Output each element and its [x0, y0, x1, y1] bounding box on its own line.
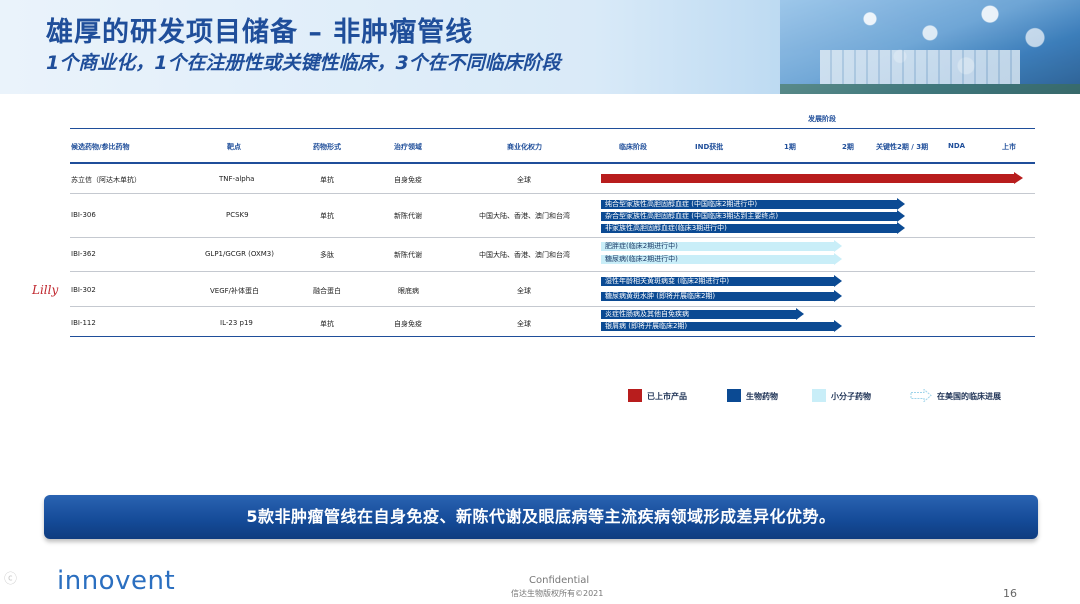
pipeline-bar: 肥胖症(临床2期进行中) — [601, 240, 842, 252]
confidential-label: Confidential — [529, 575, 590, 586]
row-target: IL-23 p19 — [220, 319, 253, 327]
bar-label: 糖尿病黄斑水肿 (即将开展临床2期) — [605, 292, 716, 300]
row-rights: 中国大陆、香港、澳门和台湾 — [479, 212, 570, 220]
page-number: 16 — [1003, 587, 1017, 600]
legend-small-molecule: 小分子药物 — [831, 392, 871, 401]
stage-pivotal: 关键性2期 / 3期 — [876, 143, 929, 151]
row-divider — [70, 271, 1035, 272]
row-form: 多肽 — [320, 251, 334, 259]
row-divider — [70, 306, 1035, 307]
legend-biologic: 生物药物 — [746, 392, 778, 401]
row-rights: 中国大陆、香港、澳门和台湾 — [479, 251, 570, 259]
bar-arrowhead — [796, 308, 804, 320]
bar-label: 炎症性肠病及其他自免疾病 — [605, 310, 689, 318]
row-target: TNF-alpha — [219, 175, 255, 183]
row-area: 新陈代谢 — [394, 212, 422, 220]
bar-label: 非家族性高胆固醇血症(临床3期进行中) — [605, 224, 727, 232]
row-drug: IBI-112 — [71, 319, 96, 327]
col-header-target: 靶点 — [227, 143, 241, 151]
col-header-drug: 候选药物/参比药物 — [71, 143, 130, 151]
bar-arrowhead — [834, 320, 842, 332]
pipeline-bar — [601, 172, 1023, 184]
bar-label: 杂合型家族性高胆固醇血症 (中国临床3期达到主要终点) — [605, 212, 779, 220]
watermark-glyph: ⓒ — [4, 572, 18, 587]
row-rights: 全球 — [517, 176, 531, 184]
pipeline-bar: 非家族性高胆固醇血症(临床3期进行中) — [601, 222, 905, 234]
bar-arrowhead — [834, 240, 842, 252]
row-form: 单抗 — [320, 176, 334, 184]
innovent-logo: innovent — [57, 566, 176, 596]
row-drug: IBI-302 — [71, 286, 96, 294]
bar-label: 银屑病 (即将开展临床2期) — [605, 322, 688, 330]
bar-arrowhead — [1014, 172, 1023, 184]
page-title: 雄厚的研发项目储备 – 非肿瘤管线 — [46, 17, 474, 48]
col-header-rights: 商业化权力 — [507, 143, 542, 151]
legend-us-clinical: 在美国的临床进展 — [937, 392, 1001, 401]
stage-phase2: 2期 — [842, 143, 854, 151]
stage-group-label: 发展阶段 — [808, 115, 836, 123]
campus-photo — [780, 0, 1080, 94]
col-header-area: 治疗领域 — [394, 143, 422, 151]
bar-fill — [601, 174, 1014, 183]
pipeline-bar: 糖尿病(临床2期进行中) — [601, 253, 842, 265]
col-header-form: 药物形式 — [313, 143, 341, 151]
row-drug: 苏立信（阿达木单抗） — [71, 176, 141, 184]
stage-nda: NDA — [948, 142, 966, 150]
bar-arrowhead — [897, 198, 905, 210]
row-divider — [70, 193, 1035, 194]
pipeline-bar: 糖尿病黄斑水肿 (即将开展临床2期) — [601, 290, 842, 302]
pipeline-bar: 湿性年龄相关黄斑病变 (临床2期进行中) — [601, 275, 842, 287]
pipeline-bar: 炎症性肠病及其他自免疾病 — [601, 308, 804, 320]
bar-label: 糖尿病(临床2期进行中) — [605, 255, 678, 263]
lilly-logo: Lilly — [32, 283, 59, 297]
bar-arrowhead — [834, 275, 842, 287]
bar-label: 肥胖症(临床2期进行中) — [605, 242, 678, 250]
bar-arrowhead — [834, 290, 842, 302]
pipeline-bar: 纯合型家族性高胆固醇血症 (中国临床2期进行中) — [601, 198, 905, 210]
bar-arrowhead — [897, 210, 905, 222]
row-rights: 全球 — [517, 287, 531, 295]
row-target: GLP1/GCGR (OXM3) — [205, 250, 274, 258]
outline-arrow-icon — [910, 389, 932, 402]
row-drug: IBI-306 — [71, 211, 96, 219]
bar-label: 湿性年龄相关黄斑病变 (临床2期进行中) — [605, 277, 730, 285]
legend-marketed: 已上市产品 — [647, 392, 687, 401]
stage-launch: 上市 — [1002, 143, 1016, 151]
row-drug: IBI-362 — [71, 250, 96, 258]
summary-banner: 5款非肿瘤管线在自身免疫、新陈代谢及眼底病等主流疾病领域形成差异化优势。 — [44, 495, 1038, 539]
row-area: 自身免疫 — [394, 176, 422, 184]
row-target: VEGF/补体蛋白 — [210, 287, 260, 295]
pipeline-bar: 银屑病 (即将开展临床2期) — [601, 320, 842, 332]
row-area: 眼底病 — [398, 287, 419, 295]
stage-ind: IND获批 — [695, 143, 724, 151]
row-area: 新陈代谢 — [394, 251, 422, 259]
header-band: 雄厚的研发项目储备 – 非肿瘤管线 1个商业化，1个在注册性或关键性临床，3个在… — [0, 0, 1080, 94]
legend-swatch-small-molecule — [812, 389, 826, 402]
row-form: 单抗 — [320, 212, 334, 220]
legend-swatch-biologic — [727, 389, 741, 402]
copyright-label: 信达生物版权所有©2021 — [511, 589, 604, 598]
row-area: 自身免疫 — [394, 320, 422, 328]
row-rights: 全球 — [517, 320, 531, 328]
row-form: 融合蛋白 — [313, 287, 341, 295]
pipeline-bar: 杂合型家族性高胆固醇血症 (中国临床3期达到主要终点) — [601, 210, 905, 222]
row-form: 单抗 — [320, 320, 334, 328]
bar-arrowhead — [897, 222, 905, 234]
bar-arrowhead — [834, 253, 842, 265]
row-target: PCSK9 — [226, 211, 249, 219]
row-divider — [70, 237, 1035, 238]
stage-clinical: 临床阶段 — [619, 143, 647, 151]
page-subtitle: 1个商业化，1个在注册性或关键性临床，3个在不同临床阶段 — [46, 52, 561, 74]
stage-phase1: 1期 — [784, 143, 796, 151]
table-bottom-rule — [70, 336, 1035, 337]
bar-label: 纯合型家族性高胆固醇血症 (中国临床2期进行中) — [605, 200, 758, 208]
header-rule — [70, 162, 1035, 164]
legend-swatch-marketed — [628, 389, 642, 402]
table-top-rule — [70, 128, 1035, 129]
